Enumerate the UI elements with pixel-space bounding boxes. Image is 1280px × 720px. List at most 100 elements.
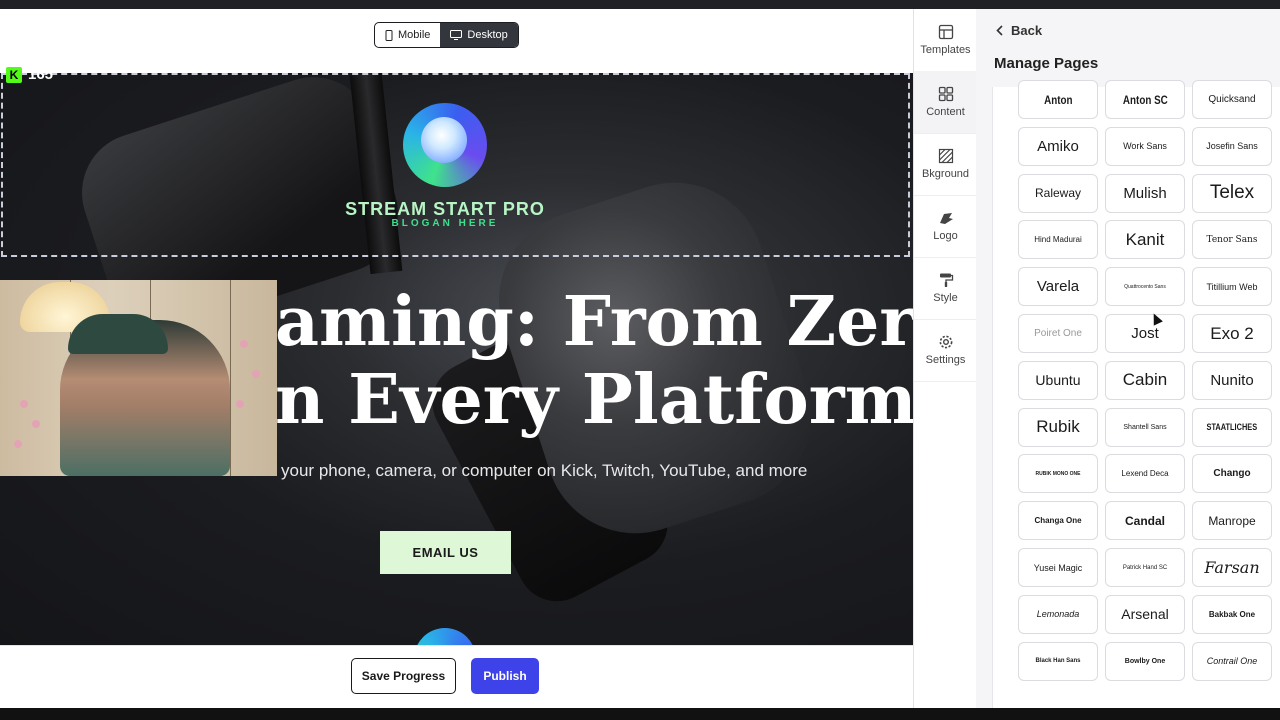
font-option-label: Titillium Web [1206, 281, 1258, 292]
desktop-toggle-button[interactable]: Desktop [440, 23, 518, 47]
font-option[interactable]: Farsan [1192, 548, 1272, 587]
top-bar [0, 0, 1280, 9]
font-option[interactable]: Amiko [1018, 126, 1098, 166]
font-option[interactable]: Hind Madurai [1018, 220, 1098, 260]
editor-canvas[interactable]: Mobile Desktop STREAM START PRO BLOGAN H… [0, 9, 913, 708]
font-option[interactable]: RUBIK MONO ONE [1018, 454, 1098, 494]
font-option-label: Tenor Sans [1206, 234, 1258, 245]
font-option[interactable]: Jost [1105, 314, 1185, 353]
brand-logo[interactable] [403, 103, 487, 187]
templates-icon [938, 24, 953, 40]
font-option[interactable]: Shantell Sans [1105, 407, 1185, 447]
font-option[interactable]: STAATLICHES [1192, 407, 1272, 447]
font-option-label: Varela [1036, 278, 1080, 296]
font-option-label: Lexend Deca [1121, 469, 1169, 479]
font-option[interactable]: Varela [1018, 267, 1098, 307]
device-toggle[interactable]: Mobile Desktop [374, 22, 519, 48]
background-icon [938, 148, 953, 164]
font-option-label: Black Han Sans [1035, 658, 1081, 665]
font-option[interactable]: Black Han Sans [1018, 641, 1098, 681]
font-option[interactable]: Raleway [1018, 173, 1098, 213]
font-option[interactable]: Titillium Web [1192, 267, 1272, 307]
font-option-label: Hind Madurai [1034, 235, 1082, 245]
font-option-label: Exo 2 [1210, 323, 1254, 343]
font-option-label: Contrail One [1206, 656, 1258, 667]
font-option[interactable]: Lexend Deca [1105, 454, 1185, 494]
font-option-label: Anton [1043, 92, 1073, 107]
font-option-label: Jost [1131, 325, 1159, 342]
font-option[interactable]: Contrail One [1192, 641, 1272, 681]
font-option[interactable]: Exo 2 [1192, 314, 1272, 353]
rail-label: Logo [933, 230, 958, 242]
brand-slogan: BLOGAN HERE [391, 218, 499, 229]
kick-viewer-badge: K 165 [6, 66, 53, 83]
next-section-logo [414, 628, 476, 645]
font-option[interactable]: Cabin [1105, 360, 1185, 400]
font-option[interactable]: Manrope [1192, 501, 1272, 541]
rail-label: Bkground [921, 168, 970, 180]
back-button[interactable]: Back [996, 23, 1042, 38]
mobile-toggle-button[interactable]: Mobile [375, 23, 440, 47]
publish-button[interactable]: Publish [471, 658, 539, 694]
font-option-label: Poiret One [1034, 328, 1082, 339]
rail-item-templates[interactable]: Templates [914, 9, 977, 72]
font-option[interactable]: Nunito [1192, 360, 1272, 400]
font-option[interactable]: Work Sans [1105, 126, 1185, 166]
font-option-label: Manrope [1208, 513, 1256, 528]
font-option-label: Rubik [1036, 417, 1080, 437]
paint-roller-icon [939, 273, 953, 287]
font-option[interactable]: Rubik [1018, 407, 1098, 447]
font-option[interactable]: Tenor Sans [1192, 220, 1272, 260]
font-option[interactable]: Chango [1192, 454, 1272, 494]
font-option[interactable]: Lemonada [1018, 594, 1098, 634]
font-option[interactable]: Poiret One [1018, 314, 1098, 353]
rail-item-logo[interactable]: Logo [914, 195, 977, 258]
font-option[interactable]: Telex [1192, 173, 1272, 213]
font-option[interactable]: Anton [1018, 80, 1098, 119]
font-option[interactable]: Josefin Sans [1192, 126, 1272, 166]
rail-item-style[interactable]: Style [914, 257, 977, 320]
bottom-bar [0, 708, 1280, 720]
tool-rail: Templates Content Bkground Logo Style Se… [913, 9, 978, 708]
font-option-label: Candal [1124, 513, 1165, 528]
font-option[interactable]: Anton SC [1105, 80, 1185, 119]
font-option[interactable]: Kanit [1105, 220, 1185, 260]
font-option[interactable]: Quicksand [1192, 80, 1272, 119]
font-option[interactable]: Quattrocento Sans [1105, 267, 1185, 307]
font-option-label: Cabin [1122, 370, 1168, 390]
rail-label: Settings [925, 354, 966, 366]
canvas-action-bar [0, 645, 913, 708]
font-option-label: Changa One [1034, 516, 1082, 526]
save-progress-button[interactable]: Save Progress [351, 658, 456, 694]
font-option[interactable]: Yusei Magic [1018, 548, 1098, 587]
font-option-label: Raleway [1034, 186, 1082, 201]
font-option[interactable]: Candal [1105, 501, 1185, 541]
font-option-label: Arsenal [1121, 606, 1169, 623]
chevron-left-icon [996, 25, 1003, 36]
font-option-label: Patrick Hand SC [1122, 564, 1168, 571]
font-option-label: Work Sans [1123, 141, 1167, 152]
logo-icon [939, 213, 953, 224]
brand-name: STREAM START PRO [345, 199, 545, 219]
font-option[interactable]: Arsenal [1105, 594, 1185, 634]
rail-label: Content [926, 106, 965, 118]
font-option-label: Anton SC [1122, 92, 1168, 107]
font-option[interactable]: Ubuntu [1018, 360, 1098, 400]
font-picker[interactable]: Anton Anton SC Quicksand Amiko Work Sans Jose… [992, 80, 1280, 708]
font-option[interactable]: Changa One [1018, 501, 1098, 541]
rail-item-content[interactable]: Content [914, 71, 977, 134]
font-option-label: Bakbak One [1208, 609, 1256, 619]
streamer-cap [68, 314, 168, 354]
font-option-label: Josefin Sans [1206, 141, 1258, 152]
monitor-icon [450, 30, 463, 40]
font-option[interactable]: Mulish [1105, 173, 1185, 213]
rail-item-settings[interactable]: Settings [914, 319, 977, 382]
font-option[interactable]: Bowlby One [1105, 641, 1185, 681]
desktop-label: Desktop [467, 29, 508, 41]
font-option[interactable]: Bakbak One [1192, 594, 1272, 634]
font-option[interactable]: Patrick Hand SC [1105, 548, 1185, 587]
rail-item-background[interactable]: Bkground [914, 133, 977, 196]
font-option-label: Amiko [1037, 137, 1079, 155]
email-us-button[interactable]: EMAIL US [380, 531, 511, 574]
font-option-label: Yusei Magic [1033, 562, 1083, 573]
